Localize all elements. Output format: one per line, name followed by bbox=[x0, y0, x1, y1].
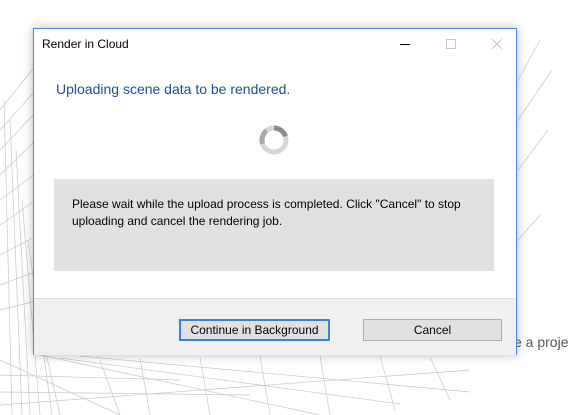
upload-status-heading: Uploading scene data to be rendered. bbox=[56, 81, 291, 97]
cancel-button[interactable]: Cancel bbox=[363, 319, 502, 341]
continue-in-background-button[interactable]: Continue in Background bbox=[179, 319, 330, 341]
dialog-footer: Continue in Background Cancel bbox=[34, 298, 516, 355]
message-panel: Please wait while the upload process is … bbox=[54, 179, 494, 271]
maximize-icon bbox=[446, 39, 456, 49]
desktop-background: e a proje Render in Cloud Uploading scen… bbox=[0, 0, 569, 415]
close-button[interactable] bbox=[474, 29, 520, 59]
maximize-button[interactable] bbox=[428, 29, 474, 59]
dialog-title: Render in Cloud bbox=[42, 37, 129, 51]
dialog-titlebar[interactable]: Render in Cloud bbox=[34, 29, 516, 59]
upload-instructions-text: Please wait while the upload process is … bbox=[72, 197, 461, 228]
background-partial-text: e a proje bbox=[514, 334, 569, 350]
minimize-icon bbox=[400, 44, 410, 45]
minimize-button[interactable] bbox=[382, 29, 428, 59]
render-in-cloud-dialog: Render in Cloud Uploading scene data to … bbox=[33, 28, 517, 355]
close-icon bbox=[492, 39, 502, 49]
loading-spinner-icon bbox=[259, 125, 289, 155]
